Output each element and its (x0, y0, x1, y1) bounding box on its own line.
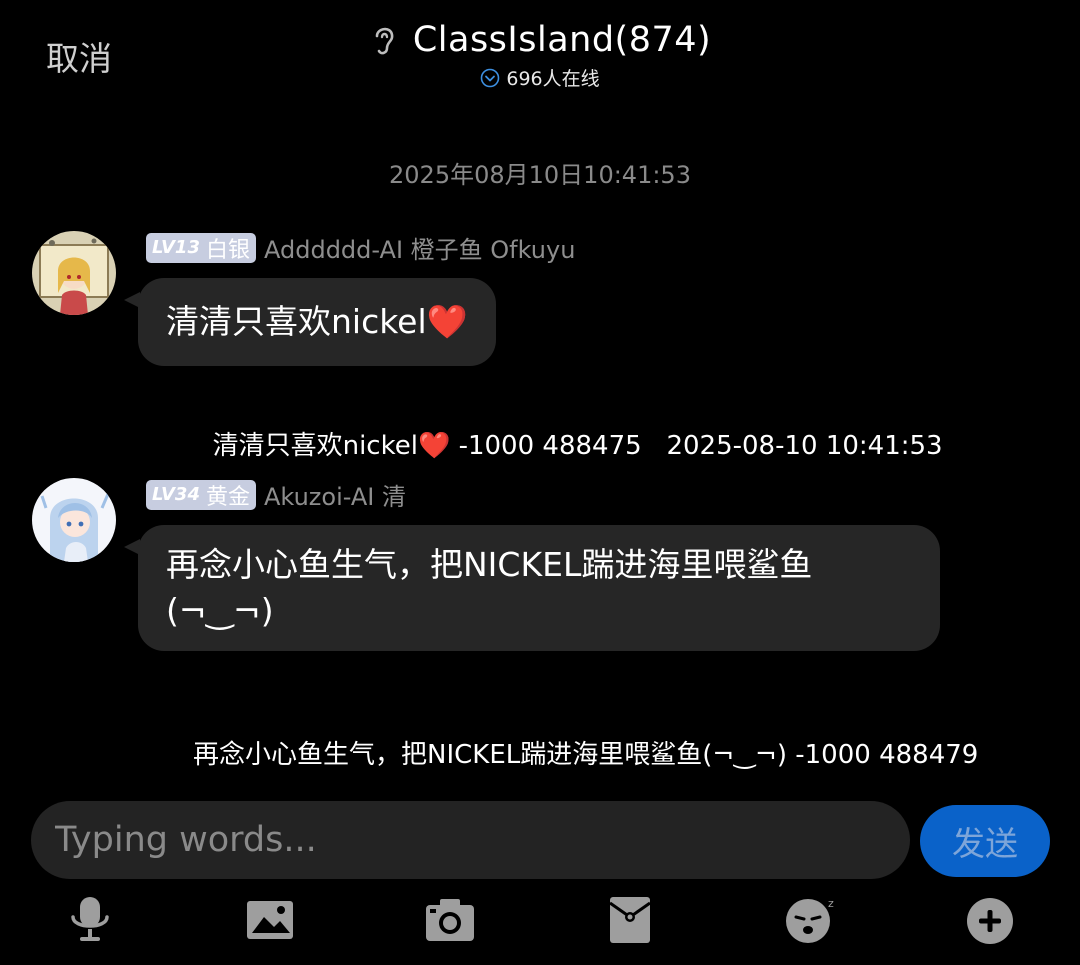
level-label: LV13 (152, 237, 200, 258)
chevron-down-icon (480, 68, 500, 88)
image-icon[interactable] (244, 893, 296, 945)
heart-emoji: ❤️ (426, 302, 468, 341)
message-input-container[interactable] (31, 801, 910, 879)
ear-icon[interactable] (369, 22, 399, 58)
message-text: 清清只喜欢nickel (166, 302, 427, 341)
chat-header: ClassIsland(874) 696人在线 (0, 20, 1080, 91)
chat-timestamp: 2025年08月10日10:41:53 (389, 161, 691, 189)
camera-icon[interactable] (424, 893, 476, 945)
bottom-toolbar: z (0, 893, 1080, 953)
avatar[interactable] (32, 231, 116, 315)
raw-text-line: 再念小心鱼生气，把NICKEL踹进海里喂鲨鱼(¬‿¬) -1000 488479 (193, 740, 979, 770)
title-row: ClassIsland(874) (369, 20, 711, 60)
red-packet-icon[interactable] (604, 893, 656, 945)
online-count[interactable]: 696人在线 (480, 64, 600, 91)
sender-info: LV34 黄金 Akuzoi-AI 清 (146, 477, 406, 512)
raw-meta: -1000 488475 2025-08-10 10:41:53 (450, 431, 943, 461)
message-input[interactable] (55, 820, 875, 860)
message-text-line: 再念小心鱼生气，把NICKEL踹进海里喂鲨鱼 (166, 545, 813, 584)
sleepy-emoji-icon[interactable]: z (784, 893, 836, 945)
message-raw-line: 再念小心鱼生气，把NICKEL踹进海里喂鲨鱼(¬‿¬) -1000 488479… (0, 674, 1080, 921)
message-bubble[interactable]: 再念小心鱼生气，把NICKEL踹进海里喂鲨鱼 (¬‿¬) (138, 525, 940, 651)
send-button[interactable]: 发送 (920, 805, 1050, 877)
microphone-icon[interactable] (64, 893, 116, 945)
raw-text: 清清只喜欢nickel (212, 431, 418, 461)
message-bubble[interactable]: 清清只喜欢nickel❤️ (138, 278, 496, 366)
sender-name[interactable]: Akuzoi-AI 清 (264, 477, 406, 512)
online-count-label: 696人在线 (506, 68, 600, 90)
rank-label: 白银 (205, 237, 250, 263)
message-text-line: (¬‿¬) (166, 591, 274, 630)
level-label: LV34 (152, 484, 200, 505)
page-title: ClassIsland(874) (412, 20, 712, 60)
level-badge: LV34 黄金 (146, 479, 256, 510)
avatar[interactable] (32, 478, 116, 562)
level-badge: LV13 白银 (146, 232, 256, 263)
rank-label: 黄金 (205, 484, 250, 510)
plus-circle-icon[interactable] (964, 893, 1016, 945)
sender-info: LV13 白银 Adddddd-AI 橙子鱼 Ofkuyu (146, 230, 575, 265)
heart-emoji: ❤️ (417, 431, 451, 461)
sender-name[interactable]: Adddddd-AI 橙子鱼 Ofkuyu (264, 230, 575, 265)
svg-text:z: z (828, 897, 834, 910)
chat-screen: 取消 ClassIsland(874) 696人在线 2025年08月10日10… (0, 0, 1080, 965)
